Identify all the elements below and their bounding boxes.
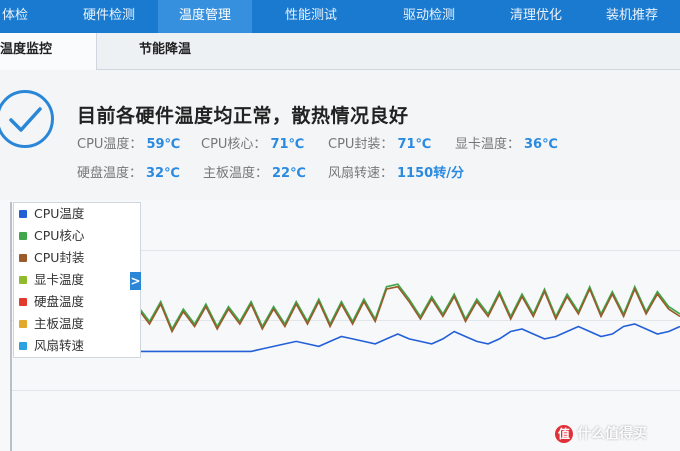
legend-label: CPU核心 [34, 228, 85, 243]
legend-item-cpu-package[interactable]: CPU封装 [19, 248, 84, 268]
legend-collapse-button[interactable]: > [130, 272, 141, 290]
legend-swatch [19, 319, 27, 328]
watermark-text: 什么值得买 [577, 426, 647, 442]
legend-label: 显卡温度 [34, 272, 85, 287]
legend-swatch [19, 231, 27, 240]
legend-item-cpu-temp[interactable]: CPU温度 [19, 204, 84, 224]
legend-label: 风扇转速 [34, 338, 85, 353]
legend-item-board-temp[interactable]: 主板温度 [19, 314, 84, 334]
legend-swatch [19, 275, 27, 284]
watermark: 值什么值得买 [555, 423, 647, 443]
legend-item-cpu-core[interactable]: CPU核心 [19, 226, 84, 246]
legend-item-fan-speed[interactable]: 风扇转速 [19, 336, 84, 356]
chart-y-axis [10, 202, 12, 451]
chart-legend: CPU温度 CPU核心 CPU封装 显卡温度 硬盘温度 主板温度 风扇转速 [13, 202, 141, 358]
watermark-badge: 值 [555, 425, 573, 443]
legend-swatch [19, 209, 27, 218]
legend-label: 主板温度 [34, 316, 85, 331]
legend-label: 硬盘温度 [34, 294, 85, 309]
legend-item-gpu-temp[interactable]: 显卡温度 [19, 270, 84, 290]
legend-swatch [19, 341, 27, 350]
legend-swatch [19, 297, 27, 306]
legend-label: CPU温度 [34, 206, 85, 221]
legend-item-disk-temp[interactable]: 硬盘温度 [19, 292, 84, 312]
legend-label: CPU封装 [34, 250, 85, 265]
legend-swatch [19, 253, 27, 262]
